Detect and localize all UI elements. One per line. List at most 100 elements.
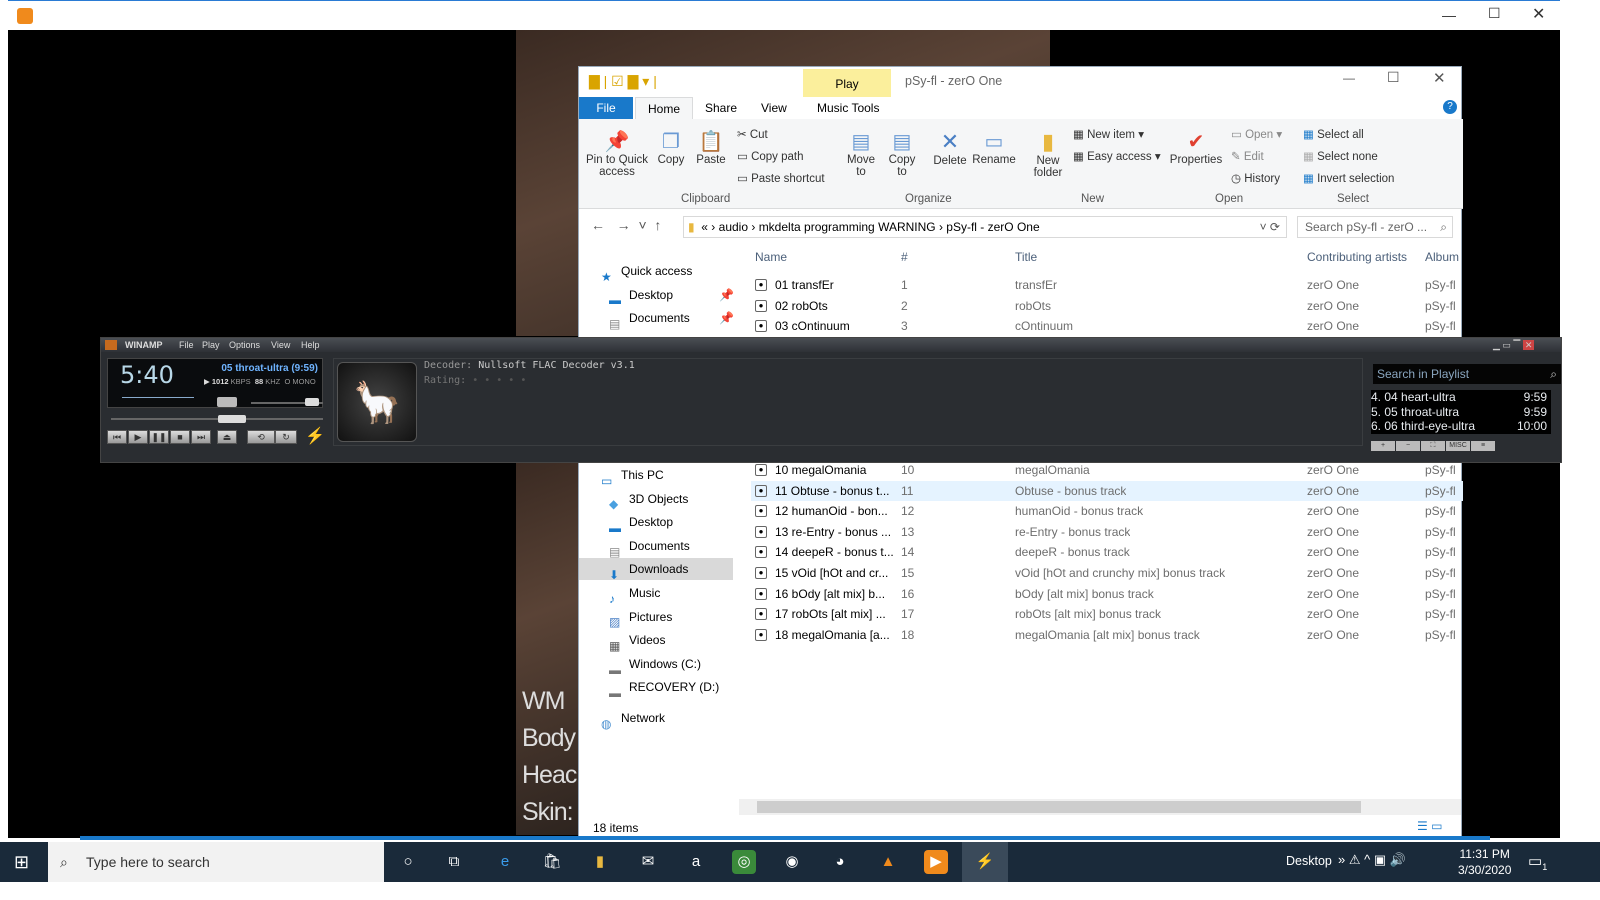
copy-path-button[interactable]: ▭ Copy path bbox=[737, 149, 804, 163]
close-button[interactable]: ✕ bbox=[1532, 4, 1545, 24]
tripadvisor-icon[interactable]: ◎ bbox=[732, 850, 756, 874]
close-button[interactable]: ✕ bbox=[1433, 69, 1446, 87]
pause-button[interactable]: ❚❚ bbox=[149, 430, 169, 444]
col-album[interactable]: Album bbox=[1425, 250, 1459, 264]
nav-item[interactable]: ▤ Documents 📌 bbox=[609, 307, 734, 331]
winamp-taskbar-icon[interactable]: ⚡ bbox=[962, 842, 1008, 882]
tab-file[interactable]: File bbox=[579, 97, 633, 119]
stop-button[interactable]: ■ bbox=[170, 430, 190, 444]
nav-item[interactable]: ⬇ Downloads bbox=[579, 558, 733, 582]
col-title[interactable]: Title bbox=[1015, 250, 1037, 264]
playlist-item[interactable]: 4. 04 heart-ultra 9:59 bbox=[1371, 390, 1551, 405]
menu-help[interactable]: Help bbox=[301, 338, 320, 352]
nav-buttons[interactable]: ← → ˅ ↑ bbox=[591, 217, 661, 233]
notification-icon[interactable]: ▭1 bbox=[1528, 852, 1547, 872]
rating[interactable]: Rating: • • • • • bbox=[424, 375, 526, 386]
table-row[interactable]: ● 15 vOid [hOt and cr... 15 vOid [hOt an… bbox=[751, 563, 1463, 583]
winamp-bolt-icon[interactable]: ⚡ bbox=[305, 426, 325, 446]
nav-item[interactable]: ▬ Desktop 📌 bbox=[609, 284, 734, 308]
table-row[interactable]: ● 12 humanOid - bon... 12 humanOid - bon… bbox=[751, 501, 1463, 521]
select-none-button[interactable]: ▦ Select none bbox=[1303, 149, 1378, 163]
table-row[interactable]: ● 18 megalOmania [a... 18 megalOmania [a… bbox=[751, 625, 1463, 645]
nav-item[interactable]: ▨ Pictures bbox=[609, 606, 672, 630]
file-explorer-icon[interactable]: ▮ bbox=[588, 850, 612, 874]
tab-home[interactable]: Home bbox=[635, 97, 694, 119]
shuffle-button[interactable]: ⟲ bbox=[247, 430, 275, 444]
nav-item[interactable]: ▬ Windows (C:) bbox=[609, 653, 701, 677]
amazon-icon[interactable]: a bbox=[684, 850, 708, 874]
eject-button[interactable]: ⏏ bbox=[217, 430, 237, 444]
rename-button[interactable]: ▭ Rename bbox=[971, 129, 1017, 166]
nav-item[interactable]: ♪ Music bbox=[609, 582, 660, 606]
menu-play[interactable]: Play bbox=[202, 338, 220, 352]
minimize-button[interactable]: — bbox=[1442, 7, 1456, 23]
volume-slider[interactable] bbox=[251, 398, 323, 406]
breadcrumb-item[interactable]: pSy-fl - zerO One bbox=[946, 220, 1039, 234]
table-row[interactable]: ● 02 robOts 2 robOts zerO One pSy-fl bbox=[751, 296, 1463, 316]
details-view-icon[interactable]: ☰ ▭ bbox=[1417, 819, 1442, 833]
breadcrumb-item[interactable]: audio bbox=[719, 220, 748, 234]
history-button[interactable]: ◷ History bbox=[1231, 171, 1280, 185]
nav-item[interactable]: ▭ This PC bbox=[601, 464, 664, 488]
open-button[interactable]: ▭ Open ▾ bbox=[1231, 127, 1282, 141]
edit-button[interactable]: ✎ Edit bbox=[1231, 149, 1264, 163]
table-row[interactable]: ● 14 deepeR - bonus t... 14 deepeR - bon… bbox=[751, 542, 1463, 562]
playlist-button[interactable]: − bbox=[1396, 441, 1420, 451]
minimize-button[interactable]: — bbox=[1343, 71, 1355, 85]
breadcrumb-overflow[interactable]: « bbox=[701, 220, 708, 234]
nav-item[interactable]: ★ Quick access bbox=[601, 260, 692, 284]
playlist-item[interactable]: 6. 06 third-eye-ultra 10:00 bbox=[1371, 419, 1551, 434]
vlc-icon[interactable]: ▲ bbox=[876, 850, 900, 874]
nav-item[interactable]: ▬ Desktop bbox=[609, 511, 673, 535]
nav-item[interactable]: ▤ Documents bbox=[609, 535, 690, 559]
paste-shortcut-button[interactable]: ▭ Paste shortcut bbox=[737, 171, 825, 185]
move-to-button[interactable]: ▤ Move to bbox=[841, 129, 881, 178]
maximize-button[interactable]: ☐ bbox=[1488, 5, 1501, 22]
maximize-button[interactable]: ☐ bbox=[1387, 69, 1400, 86]
taskbar-search[interactable]: ⌕ Type here to search bbox=[48, 842, 384, 882]
play-button[interactable]: ▶ bbox=[128, 430, 148, 444]
playlist-button[interactable]: + bbox=[1371, 441, 1395, 451]
next-button[interactable]: ⏭ bbox=[191, 430, 211, 444]
store-icon[interactable]: 🛍 bbox=[540, 850, 564, 874]
nav-item[interactable]: ▬ RECOVERY (D:) bbox=[609, 676, 719, 700]
cortana-icon[interactable]: ○ bbox=[396, 850, 420, 874]
media-player-icon[interactable]: ▶ bbox=[924, 850, 948, 874]
col-artists[interactable]: Contributing artists bbox=[1307, 250, 1407, 264]
search-input[interactable]: Search pSy-fl - zerO ... ⌕ bbox=[1297, 216, 1453, 238]
table-row[interactable]: ● 01 transfEr 1 transfEr zerO One pSy-fl bbox=[751, 275, 1463, 295]
app-icon[interactable]: ◉ bbox=[780, 850, 804, 874]
table-row[interactable]: ● 13 re-Entry - bonus ... 13 re-Entry - … bbox=[751, 522, 1463, 542]
menu-view[interactable]: View bbox=[271, 338, 290, 352]
start-button[interactable]: ⊞ bbox=[14, 852, 29, 873]
playlist-item[interactable]: 5. 05 throat-ultra 9:59 bbox=[1371, 405, 1551, 420]
window-buttons[interactable]: ▁ ▭ ▔ ✕ bbox=[1493, 338, 1535, 352]
help-icon[interactable]: ? bbox=[1443, 100, 1457, 114]
edge-icon[interactable]: e bbox=[493, 850, 517, 874]
new-item-button[interactable]: ▦ New item ▾ bbox=[1073, 127, 1144, 141]
nav-item[interactable]: ◆ 3D Objects bbox=[609, 488, 688, 512]
clock[interactable]: 11:31 PM 3/30/2020 bbox=[1458, 846, 1511, 878]
cut-button[interactable]: ✂ Cut bbox=[737, 127, 768, 141]
contextual-tab-play[interactable]: Play bbox=[803, 69, 891, 97]
playlist-button[interactable]: ≡ bbox=[1471, 441, 1495, 451]
tab-music-tools[interactable]: Music Tools bbox=[805, 97, 891, 119]
table-row[interactable]: ● 10 megalOmania 10 megalOmania zerO One… bbox=[751, 460, 1463, 480]
copy-button[interactable]: ❐ Copy bbox=[653, 129, 689, 166]
copy-to-button[interactable]: ▤ Copy to bbox=[883, 129, 921, 178]
pin-to-quick-access-button[interactable]: 📌 Pin to Quick access bbox=[583, 129, 651, 178]
easy-access-button[interactable]: ▦ Easy access ▾ bbox=[1073, 149, 1161, 163]
table-row[interactable]: ● 16 bOdy [alt mix] b... 16 bOdy [alt mi… bbox=[751, 584, 1463, 604]
tray-icons[interactable]: » ⚠ ^ ▣ 🔊 bbox=[1338, 852, 1406, 868]
previous-button[interactable]: ⏮ bbox=[107, 430, 127, 444]
col-number[interactable]: # bbox=[901, 250, 908, 264]
desktop-toolbar[interactable]: Desktop bbox=[1286, 854, 1332, 868]
task-view-icon[interactable]: ⧉ bbox=[442, 850, 466, 874]
menu-options[interactable]: Options bbox=[229, 338, 260, 352]
playlist-search[interactable]: Search in Playlist ⌕ bbox=[1373, 364, 1561, 384]
breadcrumb-item[interactable]: mkdelta programming WARNING bbox=[759, 220, 936, 234]
invert-selection-button[interactable]: ▦ Invert selection bbox=[1303, 171, 1394, 185]
new-folder-button[interactable]: ▮ New folder bbox=[1027, 129, 1069, 179]
playlist-button[interactable]: MISC bbox=[1446, 441, 1470, 451]
nav-item[interactable]: ▦ Videos bbox=[609, 629, 665, 653]
